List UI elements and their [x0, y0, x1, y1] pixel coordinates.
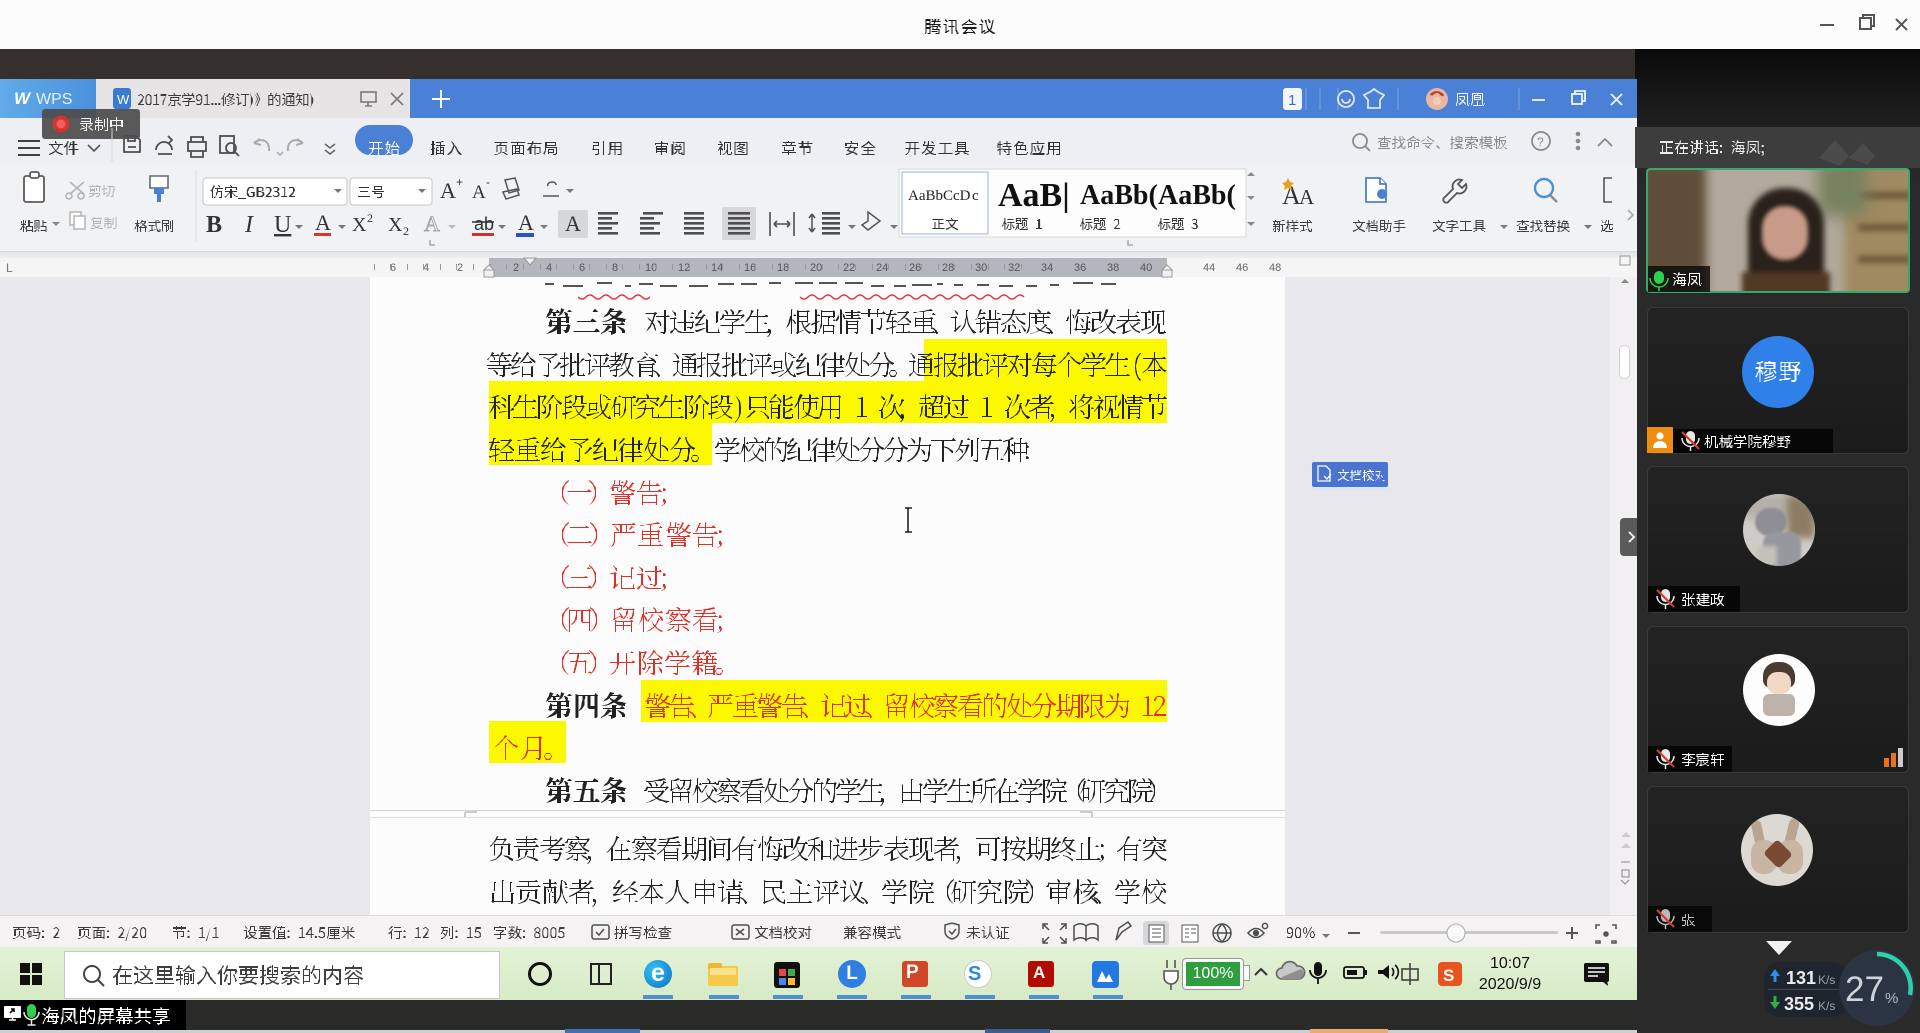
svg-text:131: 131: [1786, 968, 1816, 988]
svg-text:A: A: [315, 210, 331, 235]
svg-text:30: 30: [975, 262, 987, 274]
svg-text:24: 24: [876, 262, 888, 274]
svg-text:32: 32: [1008, 262, 1020, 274]
svg-text:1: 1: [1288, 92, 1296, 109]
svg-text:AaBb(: AaBb(: [1158, 180, 1236, 211]
svg-text:AaBb(: AaBb(: [1080, 180, 1158, 211]
svg-text:c: c: [972, 188, 979, 204]
svg-text:+: +: [456, 175, 463, 189]
svg-text:A: A: [440, 178, 456, 203]
svg-text:4: 4: [546, 262, 552, 274]
svg-text:%: %: [1885, 990, 1898, 1007]
svg-text:10: 10: [645, 262, 657, 274]
svg-text:AaB|: AaB|: [998, 177, 1070, 214]
svg-text:A: A: [424, 211, 440, 236]
svg-text:46: 46: [1236, 262, 1248, 274]
svg-text:I: I: [244, 212, 254, 238]
svg-text:355: 355: [1784, 994, 1814, 1014]
svg-text:X: X: [388, 214, 403, 236]
svg-text:18: 18: [777, 262, 789, 274]
svg-text:W: W: [14, 89, 32, 108]
svg-text:K/s: K/s: [1818, 973, 1835, 987]
svg-text:12: 12: [678, 262, 690, 274]
svg-text:26: 26: [909, 262, 921, 274]
svg-text:28: 28: [942, 262, 954, 274]
svg-text:40: 40: [1140, 262, 1152, 274]
svg-text:AaBbCcD: AaBbCcD: [908, 188, 971, 204]
svg-text:W: W: [117, 92, 130, 107]
svg-text:L: L: [6, 261, 13, 275]
svg-text:2: 2: [403, 224, 409, 238]
svg-text:2: 2: [367, 211, 373, 225]
svg-text:27: 27: [1845, 970, 1884, 1009]
svg-text:A: A: [472, 182, 486, 203]
svg-text:A: A: [1299, 185, 1315, 209]
svg-text:8: 8: [612, 262, 618, 274]
svg-text:A: A: [518, 210, 534, 235]
svg-text:22: 22: [843, 262, 855, 274]
svg-text:2: 2: [457, 262, 463, 274]
svg-text:38: 38: [1107, 262, 1119, 274]
svg-text:44: 44: [1203, 262, 1215, 274]
svg-text:2: 2: [513, 262, 519, 274]
svg-text:20: 20: [810, 262, 822, 274]
svg-text:34: 34: [1041, 262, 1053, 274]
svg-text:K/s: K/s: [1818, 999, 1835, 1013]
svg-text:-: -: [486, 175, 490, 189]
svg-text:14: 14: [711, 262, 723, 274]
svg-text:B: B: [206, 212, 222, 238]
svg-text:X: X: [352, 214, 367, 236]
svg-text:ab: ab: [474, 214, 494, 234]
svg-text:A: A: [565, 211, 581, 236]
svg-text:WPS: WPS: [36, 91, 72, 108]
svg-text:S: S: [1443, 966, 1454, 985]
svg-text:16: 16: [744, 262, 756, 274]
svg-text:36: 36: [1074, 262, 1086, 274]
svg-text:U: U: [274, 212, 291, 238]
svg-text:48: 48: [1269, 262, 1281, 274]
svg-text:6: 6: [579, 262, 585, 274]
svg-text:?: ?: [1537, 135, 1544, 149]
